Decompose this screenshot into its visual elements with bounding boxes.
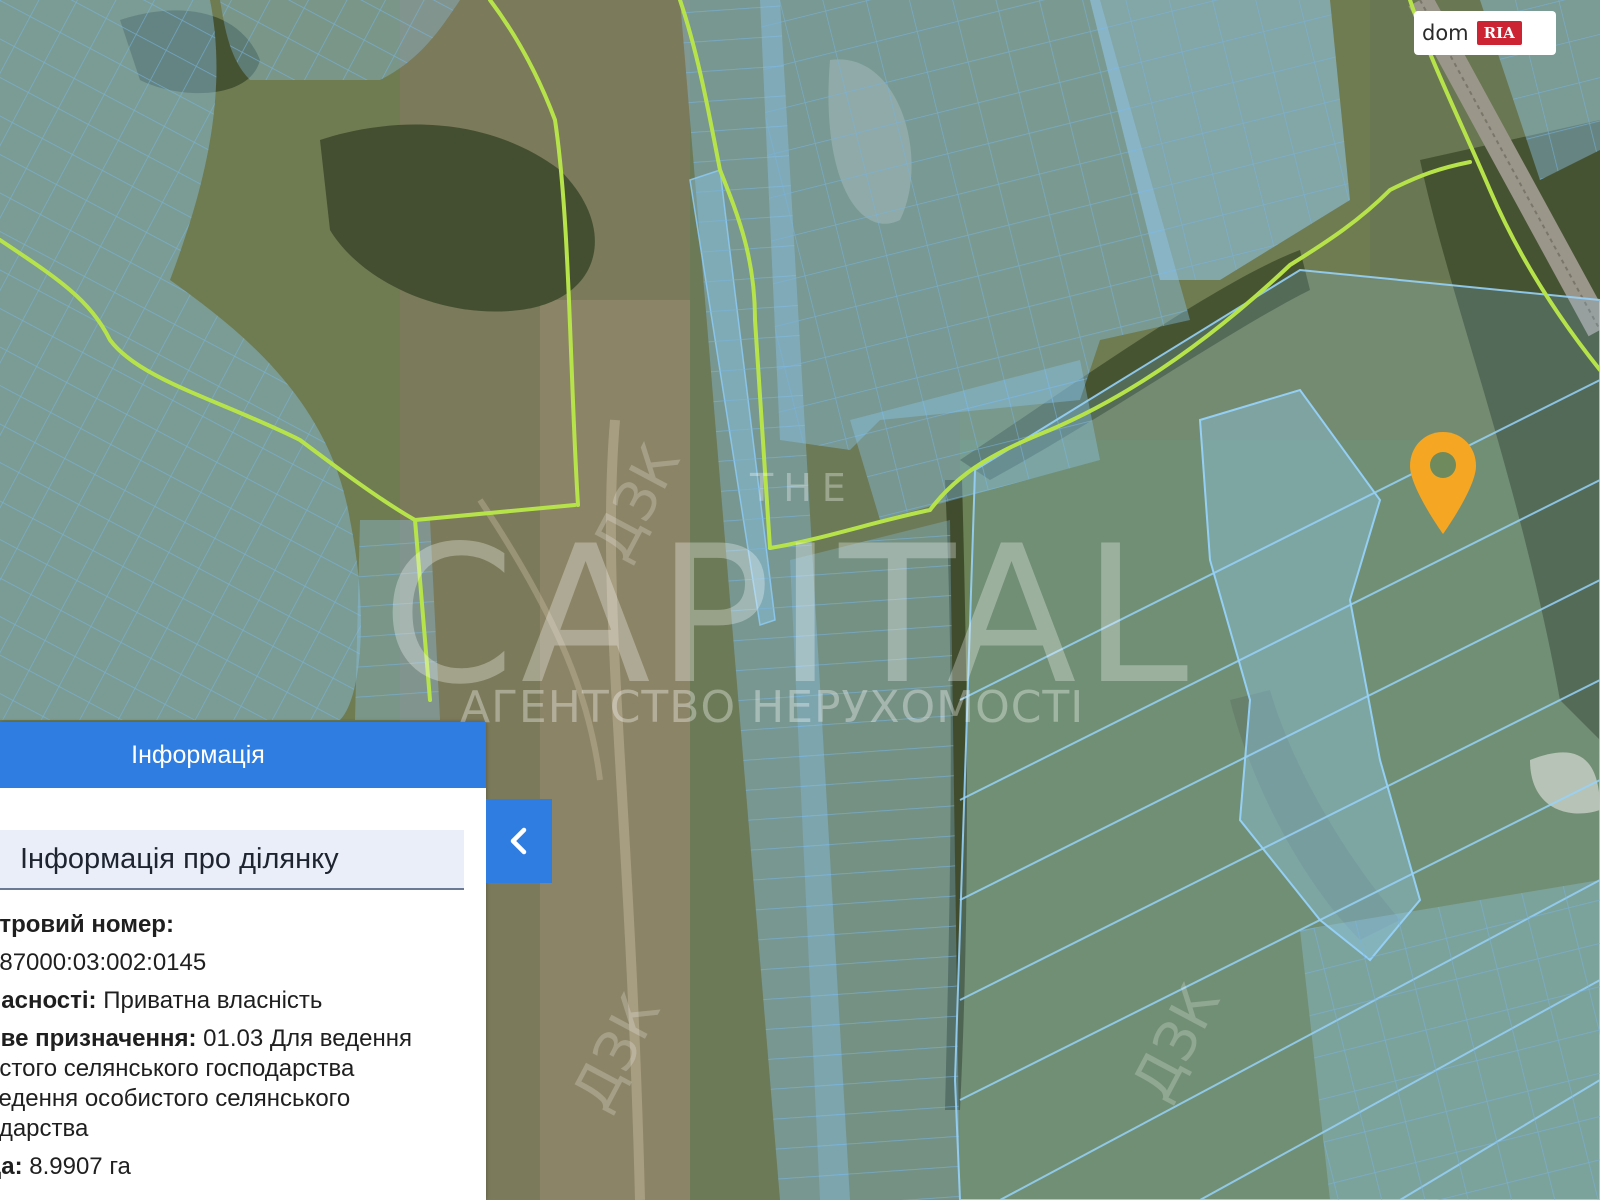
location-pin-icon[interactable]: [1408, 430, 1478, 536]
ownership-value: Приватна власність: [103, 987, 323, 1014]
logo-text: dom: [1422, 21, 1469, 45]
purpose-value-line3: ведення особистого селянського: [0, 1085, 351, 1112]
purpose-value-line4: одарства: [0, 1115, 89, 1142]
cadastral-value: 487000:03:002:0145: [0, 949, 207, 976]
panel-header: Інформація: [0, 722, 486, 788]
logo-badge: RIA: [1476, 21, 1522, 45]
purpose-value: 01.03 Для ведення: [203, 1025, 412, 1052]
section-title-label: Інформація про ділянку: [20, 842, 339, 875]
section-title[interactable]: Інформація про ділянку: [0, 830, 464, 890]
area-label: да:: [0, 1153, 23, 1180]
purpose-label: ове призначення:: [0, 1025, 197, 1052]
info-panel: Інформація Інформація про ділянку строви…: [0, 722, 486, 1200]
purpose-value-line2: истого селянського господарства: [0, 1055, 355, 1082]
collapse-panel-button[interactable]: [486, 799, 552, 883]
domria-logo: dom RIA: [1414, 11, 1556, 55]
parcel-info: стровий номер: 487000:03:002:0145 ласнос…: [0, 910, 486, 1190]
ownership-label: ласності:: [0, 987, 97, 1014]
area-row: да: 8.9907 га: [0, 1152, 486, 1182]
cadastral-row: стровий номер: 487000:03:002:0145: [0, 910, 486, 978]
ownership-row: ласності: Приватна власність: [0, 986, 486, 1016]
cadastral-label: стровий номер:: [0, 911, 174, 938]
area-value: 8.9907 га: [29, 1153, 131, 1180]
cadastral-map[interactable]: THE CAPITAL АГЕНТСТВО НЕРУХОМОСТІ ДЗК ДЗ…: [0, 0, 1600, 1200]
chevron-left-icon: [510, 827, 527, 855]
purpose-row: ове призначення: 01.03 Для ведення истог…: [0, 1024, 486, 1144]
